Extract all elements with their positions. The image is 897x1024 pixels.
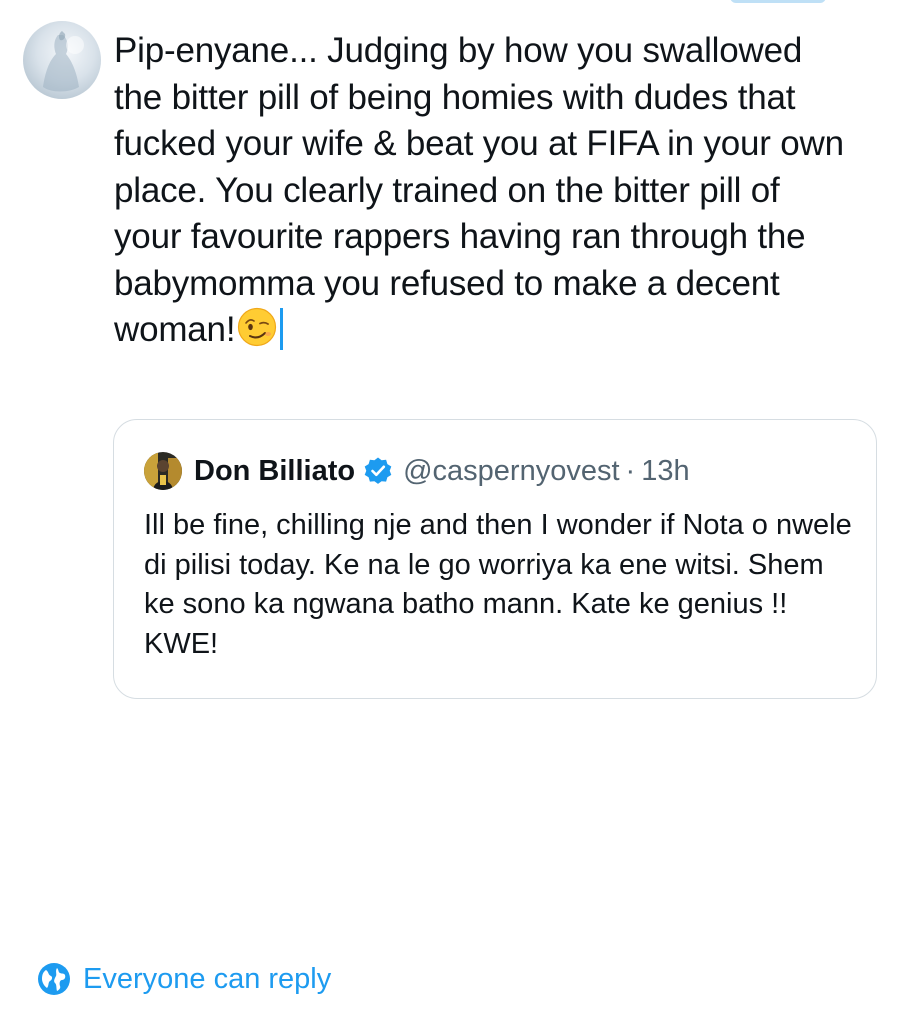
quoted-tweet-text: Ill be fine, chilling nje and then I won… <box>144 509 852 660</box>
quoted-handle[interactable]: @caspernyovest <box>403 455 619 488</box>
verified-badge-icon <box>364 457 392 484</box>
quoted-avatar-image <box>144 452 182 490</box>
compose-text-content: Pip-enyane... Judging by how you swallow… <box>114 31 854 349</box>
compose-textarea[interactable]: Pip-enyane... Judging by how you swallow… <box>114 28 854 354</box>
user-avatar[interactable] <box>23 21 101 99</box>
globe-icon <box>38 963 70 995</box>
winking-face-emoji <box>238 307 277 347</box>
quoted-tweet-card[interactable]: Don Billiato @caspernyovest · 13h Ill be… <box>113 419 877 699</box>
quoted-display-name[interactable]: Don Billiato <box>194 455 355 488</box>
text-cursor <box>280 308 284 350</box>
reply-setting-label: Everyone can reply <box>83 962 332 995</box>
header-separator: · <box>625 454 636 487</box>
quoted-user-avatar[interactable] <box>144 452 182 490</box>
avatar-image <box>43 31 84 92</box>
quoted-timestamp[interactable]: 13h <box>641 455 689 488</box>
top-button-edge[interactable] <box>730 0 826 3</box>
reply-permission-setting[interactable]: Everyone can reply <box>37 962 331 996</box>
quoted-tweet-header: Don Billiato @caspernyovest · 13h <box>144 451 690 491</box>
